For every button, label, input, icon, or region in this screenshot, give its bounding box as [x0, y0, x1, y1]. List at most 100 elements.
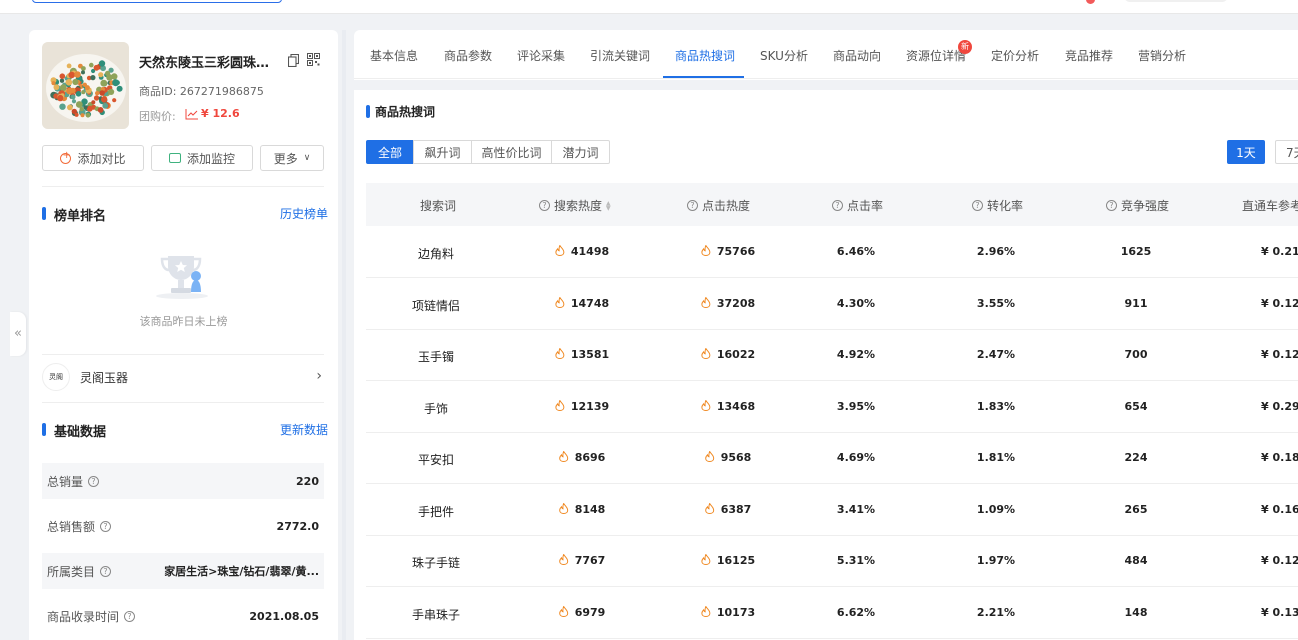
history-ranking-link[interactable]: 历史榜单	[280, 205, 328, 222]
qr-code-icon[interactable]	[307, 53, 320, 66]
col-label: 转化率	[987, 199, 1024, 213]
add-icon	[60, 150, 72, 164]
table-row: 珠子手链 7767 16125 5.31% 1.97% 484 ¥ 0.12	[366, 535, 1298, 587]
flame-icon	[559, 605, 569, 617]
collapse-sidebar-button[interactable]: «	[10, 312, 26, 356]
active-tab-indicator	[663, 76, 744, 78]
shop-name: 灵阁玉器	[80, 370, 129, 385]
top-bar	[0, 0, 1298, 14]
total-sales-value: 220	[296, 474, 319, 488]
help-icon[interactable]: ?	[100, 565, 112, 577]
tab-sku-analysis[interactable]: SKU分析	[760, 47, 808, 64]
total-sales-label: 总销量?	[47, 473, 100, 490]
tab-traffic-keywords[interactable]: 引流关键词	[590, 47, 650, 64]
click-heat-cell: 9568	[705, 451, 751, 464]
flame-icon	[701, 605, 711, 617]
competition-cell: 484	[1124, 554, 1148, 567]
tab-pricing-analysis[interactable]: 定价分析	[991, 47, 1039, 64]
category-value: 家居生活>珠宝/钻石/翡翠/黄...	[164, 565, 319, 578]
add-monitor-button[interactable]: 添加监控	[151, 145, 253, 171]
help-icon[interactable]: ?	[687, 200, 698, 211]
total-revenue-label: 总销售额?	[47, 518, 112, 535]
help-icon[interactable]: ?	[832, 200, 843, 211]
search-heat-value: 13581	[570, 348, 610, 361]
click-heat-cell: 16022	[701, 348, 755, 361]
search-heat-value: 12139	[570, 399, 610, 413]
ztc-ref-cell: ¥ 0.13	[1261, 605, 1298, 619]
range-1-day-button[interactable]: 1天	[1227, 140, 1265, 164]
ztc-ref-cell: ¥ 0.18	[1261, 451, 1298, 464]
help-icon[interactable]: ?	[88, 475, 100, 487]
tab-review-collection[interactable]: 评论采集	[517, 47, 565, 64]
shop-row[interactable]: 灵阁 灵阁玉器 ›	[42, 360, 324, 394]
chevron-down-icon: ∨	[303, 153, 311, 163]
add-compare-button[interactable]: 添加对比	[42, 145, 144, 171]
search-word-cell[interactable]: 手串珠子	[412, 606, 460, 623]
search-word-cell[interactable]: 手饰	[424, 400, 448, 417]
filter-potential[interactable]: 潜力词	[551, 140, 610, 164]
sort-icon[interactable]: ▲ ▼	[606, 200, 611, 211]
search-word-cell[interactable]: 玉手镯	[418, 348, 454, 365]
search-heat-cell: 13581	[555, 348, 609, 361]
click-heat-value: 16022	[716, 348, 756, 361]
price-trend-icon[interactable]	[185, 108, 199, 120]
tab-marketing-analysis[interactable]: 营销分析	[1138, 47, 1186, 64]
ctr-cell: 4.30%	[836, 296, 876, 310]
competition-cell: 1625	[1120, 245, 1152, 258]
col-search-word: 搜索词	[420, 197, 456, 214]
search-heat-value: 7767	[574, 554, 606, 567]
table-row: 手把件 8148 6387 3.41% 1.09% 265 ¥ 0.16	[366, 484, 1298, 536]
range-7-day-button[interactable]: 7天	[1275, 140, 1298, 164]
competition-cell: 911	[1124, 296, 1148, 310]
collected-time-label: 商品收录时间?	[47, 608, 136, 625]
flame-icon	[559, 451, 569, 462]
tab-basic-info[interactable]: 基本信息	[370, 47, 418, 64]
filter-soaring[interactable]: 飙升词	[413, 140, 472, 164]
search-heat-value: 6979	[574, 605, 606, 619]
search-heat-value: 8696	[574, 451, 606, 464]
tab-competitor-recommend[interactable]: 竞品推荐	[1065, 47, 1113, 64]
click-heat-value: 75766	[716, 245, 756, 258]
col-label: 点击率	[847, 199, 884, 213]
update-data-link[interactable]: 更新数据	[280, 421, 328, 438]
click-heat-cell: 10173	[701, 605, 755, 619]
cvr-cell: 1.83%	[976, 399, 1016, 413]
tab-product-trends[interactable]: 商品动向	[833, 47, 881, 64]
search-word: 手把件	[417, 504, 455, 519]
basic-data-title: 基础数据	[42, 421, 106, 440]
help-icon[interactable]: ?	[972, 200, 983, 211]
flame-icon	[701, 554, 711, 565]
col-search-heat[interactable]: ? 搜索热度 ▲ ▼	[539, 197, 611, 214]
search-word-cell[interactable]: 边角料	[418, 245, 454, 262]
help-icon[interactable]: ?	[539, 200, 550, 211]
search-word-cell[interactable]: 珠子手链	[412, 554, 460, 571]
product-title[interactable]: 天然东陵玉三彩圆珠散...	[139, 52, 281, 71]
search-word-cell[interactable]: 平安扣	[418, 451, 454, 468]
ztc-ref-cell: ¥ 0.12	[1261, 348, 1298, 361]
detail-panel: 基本信息 商品参数 评论采集 引流关键词 商品热搜词 SKU分析 商品动向 资源…	[354, 30, 1298, 640]
copy-icon[interactable]	[288, 54, 299, 67]
help-icon[interactable]: ?	[124, 610, 136, 622]
flame-icon	[705, 502, 715, 514]
tab-hot-search-words[interactable]: 商品热搜词	[675, 47, 735, 64]
user-menu[interactable]	[1124, 0, 1228, 2]
search-word-cell[interactable]: 手把件	[418, 503, 454, 520]
tab-resource-details[interactable]: 资源位详情	[906, 47, 966, 64]
cvr-cell: 2.21%	[976, 605, 1016, 619]
search-input[interactable]	[32, 0, 282, 3]
ctr-cell: 3.95%	[836, 399, 876, 413]
search-word-cell[interactable]: 项链情侣	[412, 297, 460, 314]
more-button[interactable]: 更多 ∨	[260, 145, 324, 171]
divider	[42, 354, 324, 355]
help-icon[interactable]: ?	[100, 520, 112, 532]
search-word: 项链情侣	[411, 298, 461, 313]
hot-search-title: 商品热搜词	[366, 103, 435, 120]
flame-icon	[701, 245, 711, 256]
filter-all[interactable]: 全部	[366, 140, 414, 164]
help-icon[interactable]: ?	[1106, 200, 1117, 211]
tab-product-params[interactable]: 商品参数	[444, 47, 492, 64]
ctr-cell: 3.41%	[836, 502, 876, 516]
product-image	[42, 42, 129, 129]
filter-cost-effective[interactable]: 高性价比词	[471, 140, 552, 164]
product-id: 商品ID: 267271986875	[139, 85, 264, 98]
